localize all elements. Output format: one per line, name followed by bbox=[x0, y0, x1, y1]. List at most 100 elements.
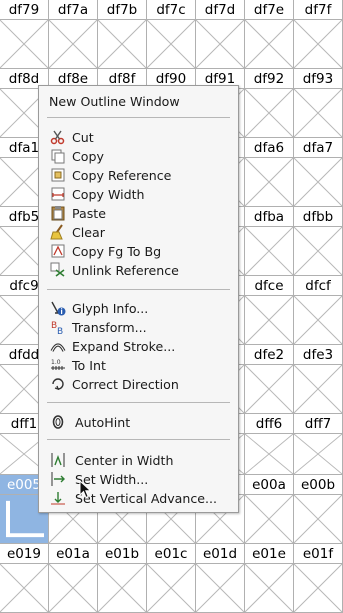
menu-item-label: Transform... bbox=[72, 320, 147, 335]
copy-reference-icon bbox=[50, 167, 66, 183]
scissors-icon bbox=[50, 129, 66, 145]
glyph-cell[interactable]: df7d bbox=[196, 0, 245, 69]
glyph-cell-label: dff7 bbox=[294, 414, 343, 434]
glyph-cell[interactable]: e019 bbox=[0, 544, 49, 613]
empty-glyph-icon bbox=[245, 365, 294, 414]
glyph-cell-label: e01a bbox=[49, 544, 98, 564]
expand-stroke-icon bbox=[50, 338, 66, 354]
glyph-cell[interactable]: dff6 bbox=[245, 414, 294, 475]
glyph-cell-label: df7b bbox=[98, 0, 147, 20]
menu-item-label: Unlink Reference bbox=[72, 263, 179, 278]
empty-glyph-icon bbox=[0, 564, 49, 613]
glyph-cell[interactable]: e01e bbox=[245, 544, 294, 613]
menu-item-new-outline-window[interactable]: New Outline Window bbox=[39, 92, 238, 111]
menu-item-cut[interactable]: Cut bbox=[39, 128, 238, 147]
glyph-cell[interactable]: e01f bbox=[294, 544, 343, 613]
glyph-cell[interactable]: dfbb bbox=[294, 207, 343, 276]
menu-item-correct-direction[interactable]: Correct Direction bbox=[39, 375, 238, 394]
menu-item-glyph-info[interactable]: Glyph Info... bbox=[39, 299, 238, 318]
menu-item-clear[interactable]: Clear bbox=[39, 223, 238, 242]
menu-item-transform[interactable]: BB Transform... bbox=[39, 318, 238, 337]
empty-glyph-icon bbox=[245, 89, 294, 138]
correct-direction-icon bbox=[50, 376, 66, 392]
glyph-cell[interactable]: dfa6 bbox=[245, 138, 294, 207]
menu-item-set-width[interactable]: Set Width... bbox=[39, 470, 238, 489]
glyph-cell-label: dfcf bbox=[294, 276, 343, 296]
svg-text:1.0: 1.0 bbox=[51, 359, 61, 366]
transform-icon: BB bbox=[50, 319, 66, 335]
empty-glyph-icon bbox=[294, 296, 343, 345]
empty-glyph-icon bbox=[0, 20, 49, 69]
copy-width-icon bbox=[50, 186, 66, 202]
glyph-cell[interactable]: df7c bbox=[147, 0, 196, 69]
copy-icon bbox=[50, 148, 66, 164]
glyph-cell[interactable]: df7a bbox=[49, 0, 98, 69]
empty-glyph-icon bbox=[98, 20, 147, 69]
menu-item-unlink-reference[interactable]: Unlink Reference bbox=[39, 261, 238, 280]
empty-glyph-icon bbox=[294, 495, 343, 544]
menu-item-label: Expand Stroke... bbox=[72, 339, 176, 354]
context-menu: New Outline Window Cut Copy Copy Referen… bbox=[38, 85, 239, 513]
empty-glyph-icon bbox=[294, 564, 343, 613]
glyph-cell[interactable]: df92 bbox=[245, 69, 294, 138]
menu-item-label: Set Vertical Advance... bbox=[75, 491, 218, 506]
glyph-cell-label: dfa6 bbox=[245, 138, 294, 158]
glyph-cell[interactable]: df79 bbox=[0, 0, 49, 69]
menu-item-set-vertical-advance[interactable]: Set Vertical Advance... bbox=[39, 489, 238, 508]
menu-item-center-in-width[interactable]: Center in Width bbox=[39, 451, 238, 470]
menu-item-copy[interactable]: Copy bbox=[39, 147, 238, 166]
glyph-cell[interactable]: e00a bbox=[245, 475, 294, 544]
menu-item-autohint[interactable]: AutoHint bbox=[39, 413, 238, 432]
glyph-cell[interactable]: df7f bbox=[294, 0, 343, 69]
glyph-cell[interactable]: dfe2 bbox=[245, 345, 294, 414]
glyph-cell[interactable]: dff7 bbox=[294, 414, 343, 475]
glyph-cell-label: e019 bbox=[0, 544, 49, 564]
glyph-cell[interactable]: e01a bbox=[49, 544, 98, 613]
glyph-cell[interactable]: e01d bbox=[196, 544, 245, 613]
menu-item-label: To Int bbox=[72, 358, 106, 373]
center-in-width-icon bbox=[50, 452, 66, 468]
glyph-cell-label: e01c bbox=[147, 544, 196, 564]
glyph-cell[interactable]: dfcf bbox=[294, 276, 343, 345]
menu-item-label: Copy bbox=[72, 149, 104, 164]
glyph-cell[interactable]: e00b bbox=[294, 475, 343, 544]
menu-item-copy-width[interactable]: Copy Width bbox=[39, 185, 238, 204]
glyph-cell-label: dff6 bbox=[245, 414, 294, 434]
menu-separator bbox=[47, 289, 230, 290]
menu-item-expand-stroke[interactable]: Expand Stroke... bbox=[39, 337, 238, 356]
glyph-cell-label: e01e bbox=[245, 544, 294, 564]
glyph-cell-label: df93 bbox=[294, 69, 343, 89]
menu-item-label: Center in Width bbox=[75, 453, 174, 468]
glyph-cell-label: df79 bbox=[0, 0, 49, 20]
empty-glyph-icon bbox=[294, 365, 343, 414]
menu-item-to-int[interactable]: 1.0 To Int bbox=[39, 356, 238, 375]
glyph-cell[interactable]: dfe3 bbox=[294, 345, 343, 414]
glyph-cell-label: df7d bbox=[196, 0, 245, 20]
glyph-cell[interactable]: e01b bbox=[98, 544, 147, 613]
copy-fg-to-bg-icon bbox=[50, 243, 66, 259]
menu-item-copy-fg-to-bg[interactable]: Copy Fg To Bg bbox=[39, 242, 238, 261]
glyph-cell-label: df7c bbox=[147, 0, 196, 20]
glyph-cell-label: dfba bbox=[245, 207, 294, 227]
empty-glyph-icon bbox=[245, 296, 294, 345]
glyph-info-icon bbox=[50, 300, 66, 316]
empty-glyph-icon bbox=[245, 158, 294, 207]
menu-item-paste[interactable]: Paste bbox=[39, 204, 238, 223]
glyph-cell[interactable]: df7e bbox=[245, 0, 294, 69]
glyph-cell[interactable]: df93 bbox=[294, 69, 343, 138]
glyph-cell[interactable]: df7b bbox=[98, 0, 147, 69]
empty-glyph-icon bbox=[147, 564, 196, 613]
menu-item-label: Copy Width bbox=[72, 187, 145, 202]
menu-separator bbox=[47, 117, 230, 118]
glyph-cell[interactable]: e01c bbox=[147, 544, 196, 613]
menu-item-copy-reference[interactable]: Copy Reference bbox=[39, 166, 238, 185]
menu-item-label: Clear bbox=[72, 225, 105, 240]
menu-separator bbox=[47, 439, 230, 440]
glyph-cell[interactable]: dfba bbox=[245, 207, 294, 276]
empty-glyph-icon bbox=[245, 564, 294, 613]
glyph-cell[interactable]: dfa7 bbox=[294, 138, 343, 207]
empty-glyph-icon bbox=[245, 20, 294, 69]
glyph-cell[interactable]: dfce bbox=[245, 276, 294, 345]
menu-separator bbox=[47, 402, 230, 403]
empty-glyph-icon bbox=[49, 20, 98, 69]
